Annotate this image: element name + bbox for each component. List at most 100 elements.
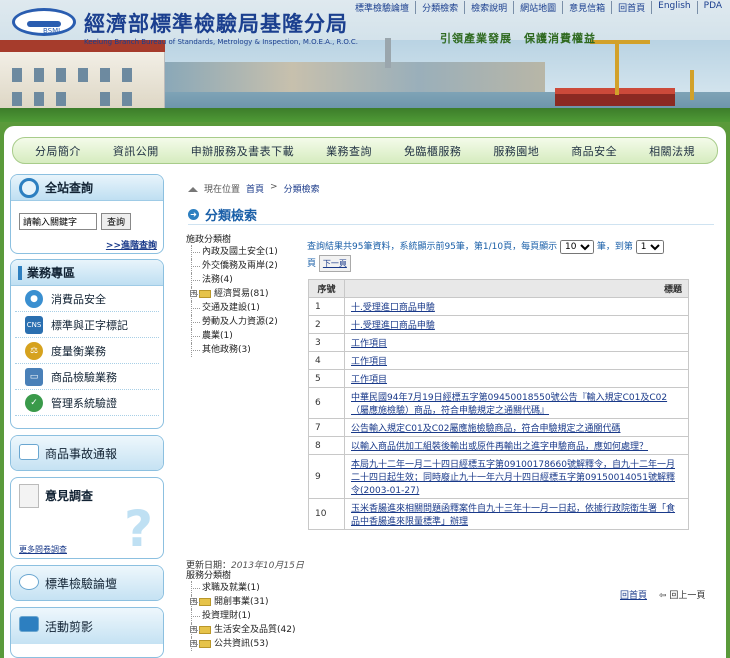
tree-node[interactable]: 勞動及人力資源(2) <box>186 315 278 329</box>
top-link-sitemap[interactable]: 網站地圖 <box>514 1 564 14</box>
site-title[interactable]: 經濟部標準檢驗局基隆分局 <box>84 8 348 38</box>
folder-icon <box>199 289 211 298</box>
biz-item-standards[interactable]: CNS 標準與正字標記 <box>15 312 159 338</box>
result-title-link[interactable]: 中華民國94年7月19日經標五字第09450018550號公告『輸入規定C01及… <box>351 393 667 416</box>
tree-node[interactable]: 其他政務(3) <box>186 343 278 357</box>
tree-node[interactable]: 交通及建設(1) <box>186 301 278 315</box>
expand-icon[interactable]: + <box>190 290 197 297</box>
nav-service-garden[interactable]: 服務園地 <box>493 143 539 159</box>
cns-icon: CNS <box>25 315 43 334</box>
tree-node[interactable]: 法務(4) <box>186 273 278 287</box>
top-link-forum[interactable]: 標準檢驗論壇 <box>349 1 417 14</box>
back-home-link[interactable]: 回首頁 <box>620 588 647 601</box>
tree-node-folder[interactable]: + 經濟貿易(81) <box>186 287 278 301</box>
nav-info-disclosure[interactable]: 資訊公開 <box>113 143 159 159</box>
top-link-classification[interactable]: 分類檢索 <box>416 1 466 14</box>
nav-product-safety[interactable]: 商品安全 <box>571 143 617 159</box>
breadcrumb-page[interactable]: 分類檢索 <box>284 182 320 195</box>
result-title-link[interactable]: 十.受理進口商品申驗 <box>351 303 435 313</box>
top-link-english[interactable]: English <box>652 1 698 14</box>
activity-photos-link[interactable]: 活動剪影 <box>10 607 164 658</box>
top-link-home[interactable]: 回首頁 <box>612 1 653 14</box>
bottom-pager: 回首頁 回上一頁 <box>620 588 705 601</box>
more-surveys-link[interactable]: 更多問卷調查 <box>19 544 67 555</box>
row-number: 1 <box>308 297 345 316</box>
row-number: 8 <box>308 436 345 455</box>
nav-regulations[interactable]: 相關法規 <box>649 143 695 159</box>
tree-node[interactable]: 外交僑務及兩岸(2) <box>186 259 278 273</box>
accident-report-link[interactable]: 商品事故通報 <box>10 435 164 471</box>
table-row: 2 十.受理進口商品申驗 <box>308 315 689 334</box>
page-select[interactable]: 1 <box>635 240 664 254</box>
row-number: 10 <box>308 498 345 530</box>
row-number: 4 <box>308 351 345 370</box>
tree-caption: 施政分類樹 <box>186 235 232 245</box>
bsmi-logo-icon[interactable]: BSMI <box>12 8 76 36</box>
top-link-search-help[interactable]: 檢索說明 <box>465 1 515 14</box>
tree-node[interactable]: 投資理財(1) <box>186 609 295 623</box>
result-title-link[interactable]: 工作項目 <box>351 339 387 349</box>
tree-node[interactable]: 農業(1) <box>186 329 278 343</box>
expand-icon[interactable]: + <box>190 598 197 605</box>
site-header: BSMI 經濟部標準檢驗局基隆分局 Keelung Branch Bureau … <box>0 0 730 122</box>
result-title-link[interactable]: 工作項目 <box>351 357 387 367</box>
forum-icon <box>19 574 39 590</box>
tree-node-folder[interactable]: + 開創事業(31) <box>186 595 295 609</box>
biz-item-metrology[interactable]: ⚖ 度量衡業務 <box>15 338 159 364</box>
result-title-link[interactable]: 工作項目 <box>351 375 387 385</box>
biz-item-label: 標準與正字標記 <box>51 318 128 332</box>
breadcrumb-home[interactable]: 首頁 <box>246 182 264 195</box>
search-icon <box>19 178 39 198</box>
nav-business-query[interactable]: 業務查詢 <box>326 143 372 159</box>
breadcrumb-current-label: 現在位置 <box>204 185 241 195</box>
lock-icon: ● <box>25 289 43 308</box>
nav-about[interactable]: 分局簡介 <box>35 143 81 159</box>
breadcrumb: 現在位置 首頁 > 分類檢索 <box>188 182 320 195</box>
site-search-box: 全站查詢 查詢 >>進階查詢 <box>10 174 164 254</box>
folder-icon <box>199 639 211 648</box>
breadcrumb-separator: > <box>270 182 278 192</box>
tree-node[interactable]: 內政及國土安全(1) <box>186 245 278 259</box>
top-link-mailbox[interactable]: 意見信箱 <box>563 1 613 14</box>
table-row: 10 玉米香腸進來相關問題函釋案件自九十三年十一月一日起，依據行政院衛生署「食品中… <box>308 498 689 530</box>
back-link[interactable]: 回上一頁 <box>659 588 705 601</box>
home-icon <box>188 183 198 192</box>
business-zone-box: 業務專區 ● 消費品安全 CNS 標準與正字標記 ⚖ 度量衡業務 ▭ 商品檢驗業務 ✓ 管… <box>10 259 164 429</box>
biz-item-inspection[interactable]: ▭ 商品檢驗業務 <box>15 364 159 390</box>
biz-item-label: 商品檢驗業務 <box>51 370 117 384</box>
expand-icon[interactable]: + <box>190 626 197 633</box>
next-page-button[interactable]: 下一頁 <box>318 255 351 272</box>
biz-item-consumer-safety[interactable]: ● 消費品安全 <box>15 286 159 312</box>
opinion-survey-box: 意見調查 ? 更多問卷調查 <box>10 477 164 559</box>
advanced-search-link[interactable]: >>進階查詢 <box>106 238 157 251</box>
tree-node[interactable]: 求職及就業(1) <box>186 581 295 595</box>
business-zone-title: 業務專區 <box>11 260 163 286</box>
result-title-link[interactable]: 本局九十二年一月二十四日經標五字第09100178660號解釋令，自九十二年一月… <box>351 460 675 496</box>
check-icon: ✓ <box>25 393 43 412</box>
table-row: 5 工作項目 <box>308 369 689 388</box>
header-title: 標題 <box>344 279 689 298</box>
table-row: 7 公告輸入規定C01及C02屬應施檢驗商品，符合申驗規定之通關代碼 <box>308 418 689 437</box>
site-subtitle: Keelung Branch Bureau of Standards, Metr… <box>84 38 358 46</box>
search-button[interactable]: 查詢 <box>101 213 131 230</box>
tree-node-folder[interactable]: + 公共資訊(53) <box>186 637 295 651</box>
standards-forum-link[interactable]: 標準檢驗論壇 <box>10 565 164 601</box>
result-title-link[interactable]: 玉米香腸進來相關問題函釋案件自九十三年十一月一日起，依據行政院衛生署「食品中香腸… <box>351 504 675 527</box>
result-title-link[interactable]: 以輸入商品供加工組裝後輸出或原件再輸出之進字申驗商品，應如何處理？ <box>351 442 648 452</box>
tree-node-folder[interactable]: + 生活安全及品質(42) <box>186 623 295 637</box>
nav-online-services[interactable]: 免臨櫃服務 <box>404 143 462 159</box>
row-title-cell: 公告輸入規定C01及C02屬應施檢驗商品，符合申驗規定之通關代碼 <box>344 418 689 437</box>
biz-item-system-cert[interactable]: ✓ 管理系統驗證 <box>15 390 159 416</box>
expand-icon[interactable]: + <box>190 640 197 647</box>
results-body: 1 十.受理進口商品申驗 2 十.受理進口商品申驗 3 工作項目 4 工作項目 5 工作項目 6 中華… <box>308 297 689 530</box>
row-title-cell: 本局九十二年一月二十四日經標五字第09100178660號解釋令，自九十二年一月… <box>344 454 689 499</box>
result-title-link[interactable]: 十.受理進口商品申驗 <box>351 321 435 331</box>
result-title-link[interactable]: 公告輸入規定C01及C02屬應施檢驗商品，符合申驗規定之通關代碼 <box>351 424 620 434</box>
header-crane <box>615 40 619 95</box>
note-icon <box>19 484 39 508</box>
nav-services-forms[interactable]: 申辦服務及書表下載 <box>191 143 295 159</box>
search-input[interactable] <box>19 213 97 230</box>
site-slogan: 引領產業發展 保護消費權益 <box>440 32 596 45</box>
per-page-select[interactable]: 10 <box>560 240 594 254</box>
top-link-pda[interactable]: PDA <box>698 1 728 14</box>
